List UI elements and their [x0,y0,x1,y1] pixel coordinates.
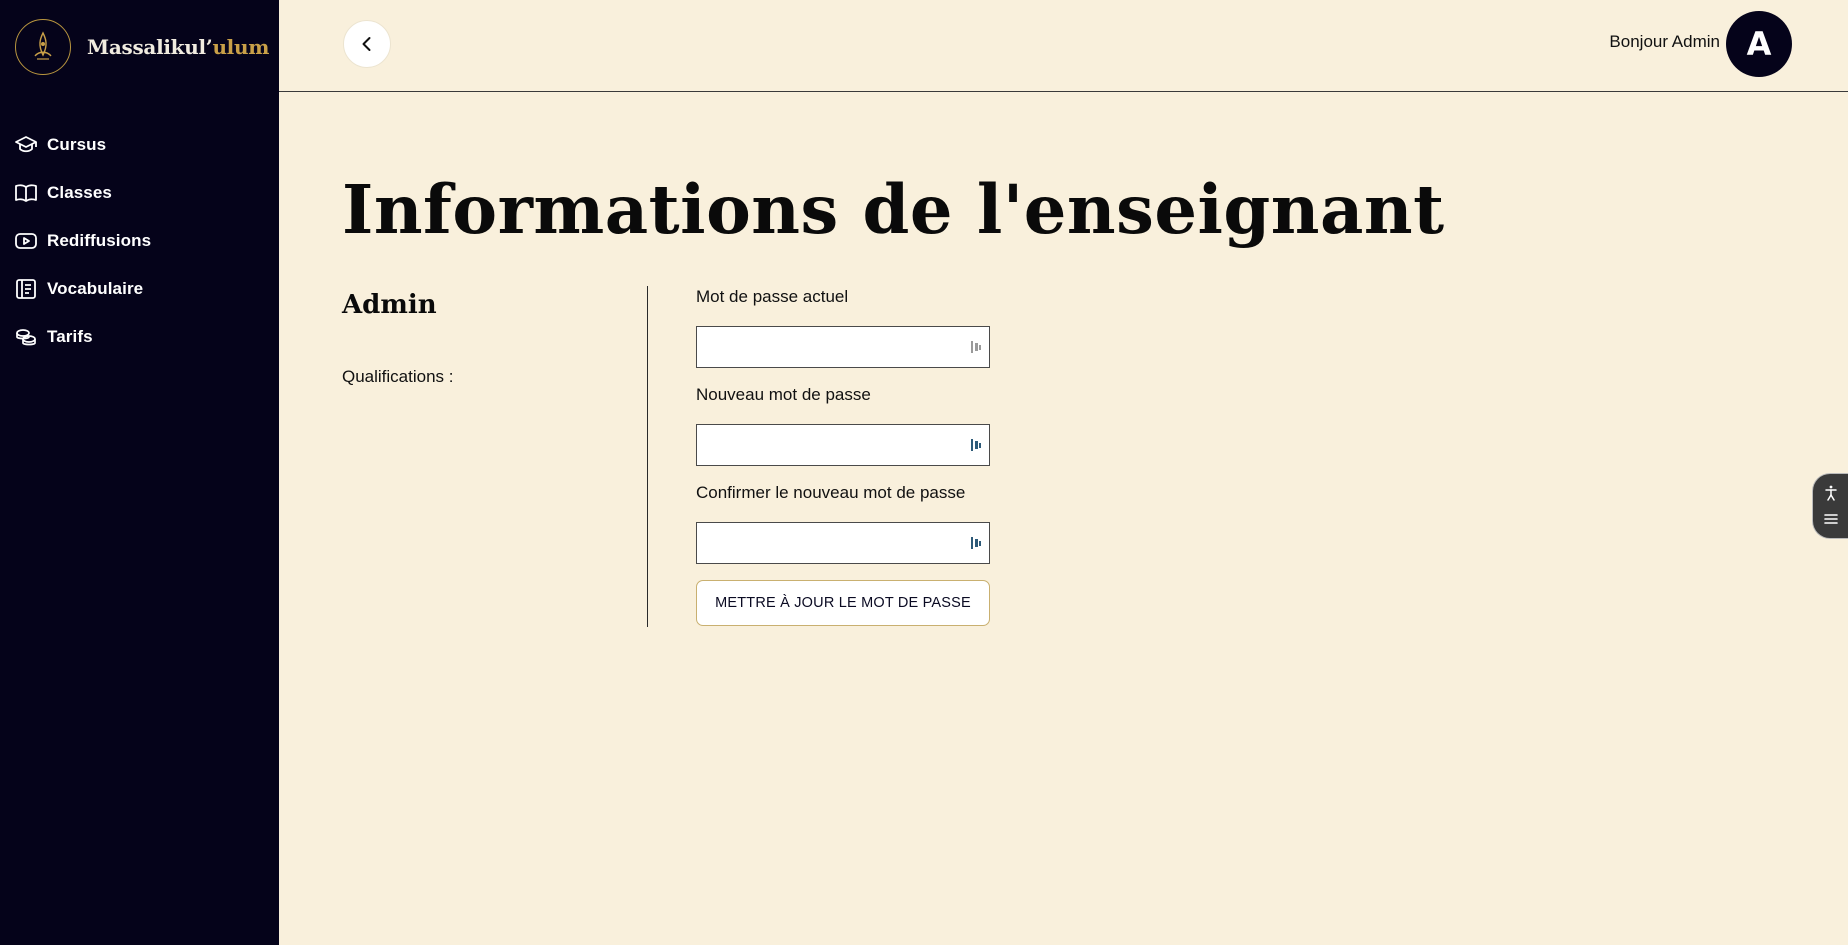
new-password-label: Nouveau mot de passe [696,385,871,404]
sidebar-nav: Cursus Classes Rediffusions Vocabulaire [14,121,151,361]
open-book-icon [15,184,37,202]
current-password-label: Mot de passe actuel [696,287,849,306]
notebook-icon [16,279,36,299]
accessibility-icon[interactable] [1822,484,1840,502]
sidebar-item-classes[interactable]: Classes [14,169,151,217]
brand-name-part1: Massalikul’ [87,35,213,59]
vertical-divider [647,286,648,627]
accessibility-widget[interactable] [1812,473,1848,539]
password-form: Mot de passe actuel Nouveau mot de passe… [696,287,990,626]
menu-icon[interactable] [1822,510,1840,528]
graduation-cap-icon [15,136,37,153]
sidebar-item-vocabulaire[interactable]: Vocabulaire [14,265,151,313]
sidebar-item-tarifs[interactable]: Tarifs [14,313,151,361]
sidebar-item-label: Classes [47,183,112,202]
current-password-input[interactable] [696,326,990,368]
confirm-password-label: Confirmer le nouveau mot de passe [696,483,966,502]
sidebar-item-label: Tarifs [47,327,93,346]
current-password-field-wrap [696,326,990,368]
confirm-password-input[interactable] [696,522,990,564]
brand-name: Massalikul’ulum [87,35,269,59]
sidebar-item-cursus[interactable]: Cursus [14,121,151,169]
coins-icon [16,329,36,346]
confirm-password-field-wrap [696,522,990,564]
qualifications-label: Qualifications : [342,367,454,386]
brand[interactable]: Massalikul’ulum [15,19,269,75]
logo-icon [15,19,71,75]
chevron-left-icon [362,37,371,51]
greeting-text: Bonjour Admin [1609,32,1720,51]
page-title: Informations de l'enseignant [342,170,1445,249]
back-button[interactable] [343,20,391,68]
sidebar: Massalikul’ulum Cursus Classes Rediffusi [0,0,279,945]
brand-name-part2: ulum [212,35,270,59]
new-password-input[interactable] [696,424,990,466]
password-manager-icon[interactable] [970,437,984,453]
password-manager-icon[interactable] [970,535,984,551]
password-manager-icon[interactable] [970,339,984,355]
avatar[interactable]: A [1726,11,1792,77]
sidebar-item-label: Cursus [47,135,107,154]
update-password-button[interactable]: METTRE À JOUR LE MOT DE PASSE [696,580,990,626]
sidebar-item-label: Vocabulaire [47,279,144,298]
sidebar-item-label: Rediffusions [47,231,152,250]
new-password-field-wrap [696,424,990,466]
sidebar-item-rediffusions[interactable]: Rediffusions [14,217,151,265]
top-bar: Bonjour Admin A [279,0,1848,92]
profile-name: Admin [342,290,437,320]
play-icon [15,233,37,249]
